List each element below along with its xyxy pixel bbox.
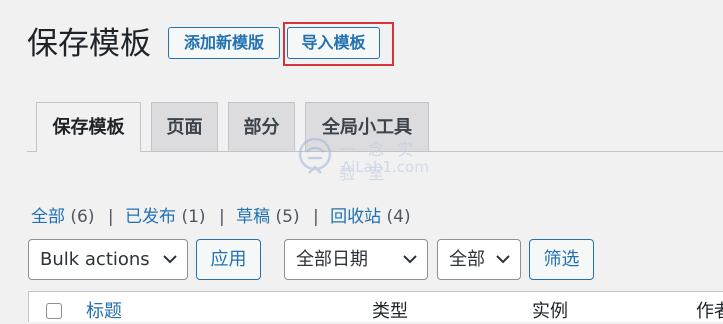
date-filter-value: 全部日期 [296, 249, 368, 270]
view-all-link[interactable]: 全部 [31, 207, 65, 227]
add-new-template-button[interactable]: 添加新模版 [168, 27, 280, 59]
view-published-count: (1) [181, 207, 206, 227]
column-instances: 实例 [532, 301, 568, 322]
table-header: 标题 类型 实例 作者 [28, 291, 723, 322]
view-trash-count: (4) [386, 207, 411, 227]
watermark-domain: AiLab1.com [341, 158, 429, 176]
view-drafts-link[interactable]: 草稿 [236, 207, 270, 227]
import-button-highlight [283, 22, 394, 66]
tab-pages[interactable]: 页面 [151, 102, 218, 151]
view-drafts-count: (5) [275, 207, 300, 227]
apply-button[interactable]: 应用 [196, 239, 261, 280]
bulk-actions-select[interactable]: Bulk actions [28, 239, 188, 280]
view-drafts: 草稿 (5) [236, 207, 300, 227]
watermark-logo-icon [298, 138, 332, 174]
status-filter-links: 全部 (6) | 已发布 (1) | 草稿 (5) | 回收站 (4) [31, 205, 411, 229]
view-all: 全部 (6) [31, 207, 95, 227]
view-published: 已发布 (1) [125, 207, 206, 227]
watermark: 一 念 实 验 室 AiLab1.com [297, 134, 437, 183]
chevron-down-icon [496, 255, 510, 264]
type-filter-value: 全部 [449, 249, 485, 270]
view-trash: 回收站 (4) [330, 207, 411, 227]
separator: | [313, 207, 319, 227]
view-all-count: (6) [70, 207, 95, 227]
page-title: 保存模板 [27, 26, 151, 62]
separator: | [218, 207, 225, 227]
tab-sections[interactable]: 部分 [228, 102, 295, 151]
filter-button[interactable]: 筛选 [529, 239, 594, 280]
chevron-down-icon [403, 255, 417, 264]
column-author: 作者 [696, 301, 723, 322]
column-title[interactable]: 标题 [86, 300, 122, 324]
date-filter-select[interactable]: 全部日期 [284, 239, 428, 280]
view-published-link[interactable]: 已发布 [125, 207, 176, 227]
chevron-down-icon [163, 255, 177, 264]
view-trash-link[interactable]: 回收站 [330, 207, 381, 227]
bulk-actions-value: Bulk actions [40, 249, 150, 270]
column-type: 类型 [372, 301, 408, 322]
tab-saved-templates[interactable]: 保存模板 [36, 102, 141, 152]
separator: | [107, 207, 114, 227]
type-filter-select[interactable]: 全部 [437, 239, 521, 280]
select-all-checkbox[interactable] [46, 303, 62, 319]
